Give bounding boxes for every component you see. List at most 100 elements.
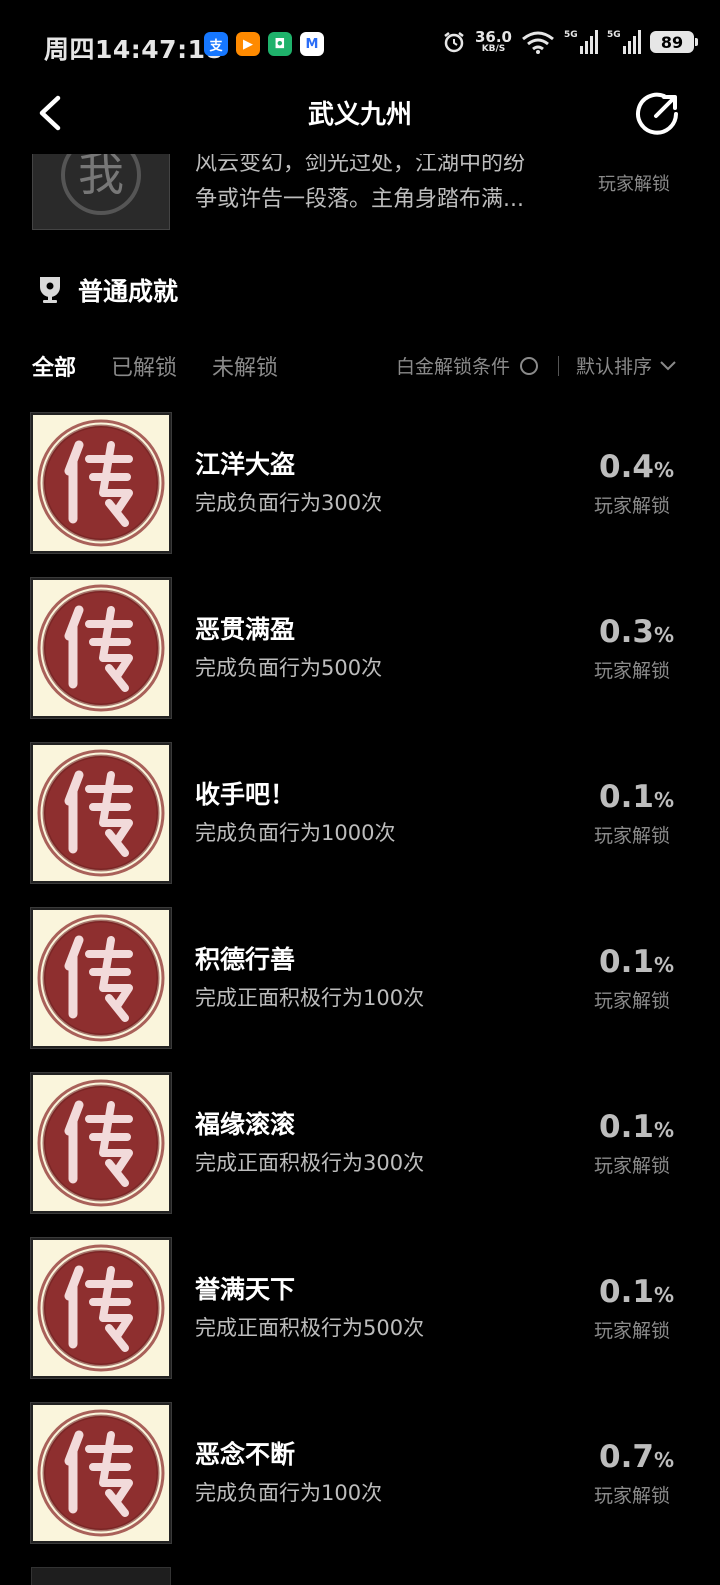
net-speed: 36.0 KB/S: [475, 30, 512, 54]
unlock-percentage-unit: %: [653, 1448, 674, 1472]
achievement-desc: 完成正面积极行为100次: [195, 986, 425, 1010]
signal-icon-sim2: 5G: [607, 30, 641, 54]
seal-chuan-icon: [33, 1405, 169, 1541]
achievement-badge: [31, 1073, 171, 1213]
unlock-percentage-value: 0.1: [599, 1109, 654, 1145]
unlock-percentage-value: 0.1: [599, 944, 654, 980]
unlock-percentage-unit: %: [653, 788, 674, 812]
page-title: 武义九州: [307, 100, 412, 130]
achievement-badge: [31, 743, 171, 883]
unlock-percentage-unit: %: [653, 1118, 674, 1142]
status-indicators: 36.0 KB/S 5G 5G 89: [442, 30, 698, 54]
achievement-desc: 完成负面行为300次: [195, 491, 383, 515]
unlock-label: 玩家解锁: [593, 990, 670, 1012]
tab-unlocked[interactable]: 已解锁: [111, 350, 177, 382]
unlock-label: 玩家解锁: [593, 825, 670, 847]
signal-icon-sim1: 5G: [564, 30, 598, 54]
achievement-badge: [31, 1403, 171, 1543]
unlock-label: 玩家解锁: [593, 1485, 670, 1507]
unlock-label: 玩家解锁: [593, 1155, 670, 1177]
seal-chuan-icon: [33, 910, 169, 1046]
achievement-name: 福缘滚滚: [195, 1110, 296, 1139]
alarm-icon: [444, 32, 464, 53]
achievement-desc: 完成正面积极行为500次: [195, 1316, 425, 1340]
seal-glyph-icon: 我: [61, 154, 141, 215]
seal-chuan-icon: [33, 1240, 169, 1376]
trophy-icon: [40, 277, 60, 303]
seal-chuan-icon: [33, 580, 169, 716]
achievement-row[interactable]: 誉满天下 完成正面积极行为500次 0.1% 玩家解锁: [0, 1238, 720, 1403]
radio-circle-icon: [520, 356, 539, 375]
achievement-row[interactable]: 恶贯满盈 完成负面行为500次 0.3% 玩家解锁: [0, 578, 720, 743]
achievement-desc: 完成负面行为100次: [195, 1481, 383, 1505]
unlock-percentage-value: 0.1: [599, 1274, 654, 1310]
sort-dropdown[interactable]: 默认排序: [576, 352, 676, 379]
unlock-label: 玩家解锁: [593, 495, 670, 517]
previous-desc-line2: 争或许告一段落。主角身踏布满...: [195, 187, 524, 212]
achievement-name: 积德行善: [195, 945, 296, 974]
alipay-icon: 支: [204, 32, 228, 56]
seal-chuan-icon: [33, 1075, 169, 1211]
status-time: 周四14:47:18: [44, 35, 224, 64]
unlock-percentage: 0.4%: [599, 449, 674, 485]
net-speed-unit: KB/S: [481, 44, 506, 54]
achievement-badge: [31, 908, 171, 1048]
unlock-percentage: 0.7%: [599, 1439, 674, 1475]
unlock-label: 玩家解锁: [593, 660, 670, 682]
unlock-percentage-unit: %: [653, 458, 674, 482]
achievement-badge: [31, 1238, 171, 1378]
shield-app-icon: ◘: [268, 32, 292, 56]
achievement-name: 江洋大盗: [195, 450, 296, 479]
section-header: 普通成就: [36, 272, 178, 308]
share-button[interactable]: [634, 90, 682, 138]
sim1-label: 5G: [564, 30, 578, 40]
wifi-icon: [522, 31, 554, 54]
unlock-percentage: 0.1%: [599, 944, 674, 980]
unlock-percentage: 0.1%: [599, 1109, 674, 1145]
achievement-badge: [31, 578, 171, 718]
unlock-percentage-unit: %: [653, 623, 674, 647]
status-bar: 周四14:47:18 支 ▶ ◘ M 36.0 KB/S 5G 5G 89: [0, 0, 720, 90]
next-achievement-peek: [31, 1567, 171, 1585]
unlock-percentage-unit: %: [653, 953, 674, 977]
tab-locked[interactable]: 未解锁: [212, 350, 278, 382]
achievement-row[interactable]: 恶念不断 完成负面行为100次 0.7% 玩家解锁: [0, 1403, 720, 1568]
seal-chuan-icon: [33, 415, 169, 551]
previous-achievement-icon: 我: [32, 154, 170, 230]
sim2-label: 5G: [607, 30, 621, 40]
unlock-label: 玩家解锁: [593, 1320, 670, 1342]
share-icon: [636, 92, 678, 135]
chevron-down-icon: [660, 360, 676, 370]
previous-unlock-label: 玩家解锁: [598, 174, 670, 195]
unlock-percentage-value: 0.4: [599, 449, 654, 485]
section-title: 普通成就: [78, 277, 179, 306]
achievement-list: 江洋大盗 完成负面行为300次 0.4% 玩家解锁 恶贯满盈 完成负面行为500…: [0, 413, 720, 1568]
seal-chuan-icon: [33, 745, 169, 881]
net-speed-value: 36.0: [474, 28, 512, 46]
achievement-row[interactable]: 福缘滚滚 完成正面积极行为300次 0.1% 玩家解锁: [0, 1073, 720, 1238]
filter-bar: 全部 已解锁 未解锁 白金解锁条件 默认排序: [0, 346, 720, 386]
filter-divider: [558, 356, 559, 376]
achievement-row[interactable]: 江洋大盗 完成负面行为300次 0.4% 玩家解锁: [0, 413, 720, 578]
achievement-desc: 完成正面积极行为300次: [195, 1151, 425, 1175]
unlock-percentage-value: 0.1: [599, 779, 654, 815]
achievement-name: 收手吧！: [195, 780, 296, 809]
unlock-percentage: 0.1%: [599, 779, 674, 815]
status-app-icons: 支 ▶ ◘ M: [204, 32, 324, 56]
battery-indicator: 89: [650, 31, 698, 53]
sort-label: 默认排序: [576, 356, 653, 378]
platinum-condition-label: 白金解锁条件: [396, 356, 511, 378]
previous-achievement-card[interactable]: 我 风云变幻，剑光过处，江湖中的纷 争或许告一段落。主角身踏布满... 玩家解锁: [0, 154, 720, 232]
achievement-row[interactable]: 积德行善 完成正面积极行为100次 0.1% 玩家解锁: [0, 908, 720, 1073]
video-app-icon: ▶: [236, 32, 260, 56]
achievement-desc: 完成负面行为1000次: [195, 821, 396, 845]
unlock-percentage-unit: %: [653, 1283, 674, 1307]
achievement-name: 誉满天下: [195, 1275, 296, 1304]
achievement-row[interactable]: 收手吧！ 完成负面行为1000次 0.1% 玩家解锁: [0, 743, 720, 908]
tab-all[interactable]: 全部: [32, 350, 76, 382]
unlock-percentage: 0.3%: [599, 614, 674, 650]
platinum-condition-toggle[interactable]: 白金解锁条件: [396, 352, 539, 379]
unlock-percentage: 0.1%: [599, 1274, 674, 1310]
previous-achievement-desc: 风云变幻，剑光过处，江湖中的纷 争或许告一段落。主角身踏布满...: [195, 154, 555, 218]
m-app-icon: M: [300, 32, 324, 56]
